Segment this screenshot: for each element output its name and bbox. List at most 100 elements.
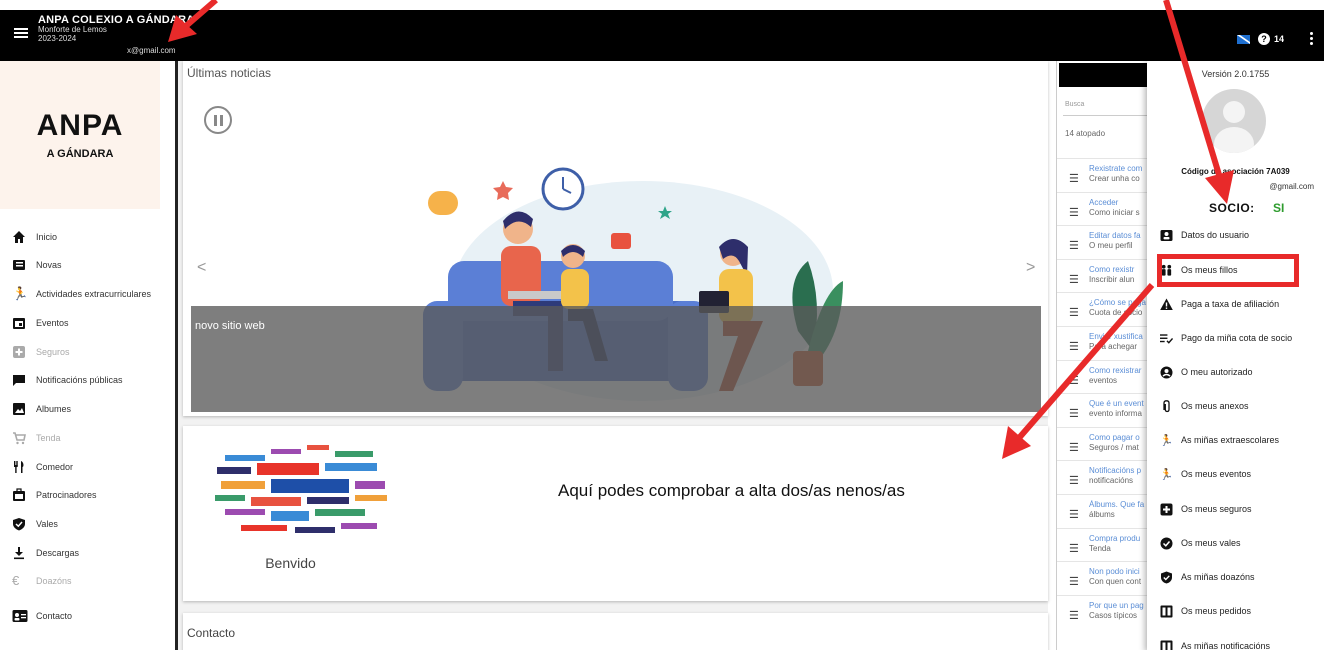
menu-item-label: Os meus pedidos xyxy=(1181,606,1252,616)
flag-icon[interactable] xyxy=(1237,35,1250,44)
list-icon: ☰ xyxy=(1069,374,1079,387)
sidebar-item-label: Novas xyxy=(36,260,62,270)
faq-search-input[interactable]: Busca xyxy=(1065,101,1084,108)
sidebar-item-descargas[interactable]: Descargas xyxy=(12,543,172,563)
menu-item-autorizado[interactable]: O meu autorizado xyxy=(1160,362,1320,382)
carousel-next-button[interactable]: > xyxy=(1026,259,1035,277)
sidebar-item-patrocinadores[interactable]: Patrocinadores xyxy=(12,485,172,505)
menu-item-label: Os meus vales xyxy=(1181,538,1241,548)
sidebar-item-label: Inicio xyxy=(36,232,58,242)
pause-icon[interactable] xyxy=(204,106,232,134)
sidebar-item-notificacions[interactable]: Notificacións públicas xyxy=(12,370,172,390)
faq-item-title: Como pagar o xyxy=(1089,432,1140,442)
paperclip-icon xyxy=(1160,399,1173,413)
faq-item[interactable]: ☰ Compra produ Tenda xyxy=(1057,527,1149,561)
euro-icon: € xyxy=(12,573,20,588)
faq-item-subtitle: Seguros / mat xyxy=(1089,442,1139,452)
logo: ANPA A GÁNDARA xyxy=(0,61,160,209)
menu-item-paga-taxa[interactable]: Paga a taxa de afiliación xyxy=(1160,294,1320,314)
socio-label: SOCIO: xyxy=(1209,201,1255,215)
sidebar-item-label: Contacto xyxy=(36,611,73,621)
menu-item-datos-usuario[interactable]: Datos do usuario xyxy=(1160,225,1320,245)
sidebar-item-label: Seguros xyxy=(36,347,70,357)
download-icon xyxy=(12,546,26,560)
sidebar-item-doazons[interactable]: € Doazóns xyxy=(12,571,172,591)
faq-item[interactable]: ☰ Como rexistr Inscribir alun xyxy=(1057,258,1149,292)
welcome-label: Benvido xyxy=(265,555,316,571)
sidebar-item-seguros[interactable]: Seguros xyxy=(12,342,172,362)
sidebar-item-eventos[interactable]: Eventos xyxy=(12,313,172,333)
menu-item-eventos[interactable]: 🏃 Os meus eventos xyxy=(1160,464,1320,484)
menu-item-label: As miñas notificacións xyxy=(1181,641,1271,650)
sidebar-item-vales[interactable]: Vales xyxy=(12,514,172,534)
welcome-card[interactable]: Benvido Aquí podes comprobar a alta dos/… xyxy=(183,426,1048,601)
menu-item-doazons[interactable]: As miñas doazóns xyxy=(1160,567,1320,587)
carousel-prev-button[interactable]: < xyxy=(197,259,206,277)
welcome-wordcloud-image xyxy=(215,445,387,533)
menu-item-seguros[interactable]: Os meus seguros xyxy=(1160,499,1320,519)
menu-item-label: As miñas extraescolares xyxy=(1181,435,1280,445)
book-icon xyxy=(1160,640,1173,650)
list-icon: ☰ xyxy=(1069,576,1079,589)
sidebar-item-albumes[interactable]: Albumes xyxy=(12,399,172,419)
faq-result-count: 14 atopado xyxy=(1065,129,1106,138)
more-vert-icon[interactable] xyxy=(1310,32,1313,46)
sidebar-item-label: Vales xyxy=(36,519,58,529)
contact-card[interactable]: Contacto xyxy=(183,613,1048,650)
app-location: Monforte de Lemos xyxy=(38,25,107,34)
list-icon: ☰ xyxy=(1069,542,1079,555)
faq-item-subtitle: Tenda xyxy=(1089,543,1111,553)
news-carousel-card: Últimas noticias < > novo sitio web xyxy=(183,61,1048,416)
home-icon xyxy=(12,230,26,244)
menu-item-label: Os meus eventos xyxy=(1181,469,1252,479)
faq-item-subtitle: eventos xyxy=(1089,375,1118,385)
list-icon: ☰ xyxy=(1069,509,1079,521)
faq-item[interactable]: ☰ ¿Cómo se paga Cuota de socio xyxy=(1057,292,1149,325)
faq-item[interactable]: ☰ Non podo inici Con quen cont xyxy=(1057,561,1149,594)
faq-item[interactable]: ☰ Álbums. Que fa álbums xyxy=(1057,494,1149,527)
list-icon: ☰ xyxy=(1069,609,1079,622)
faq-item-subtitle: evento informa xyxy=(1089,409,1142,419)
sidebar-item-novas[interactable]: Novas xyxy=(12,255,172,275)
faq-item[interactable]: ☰ Enviar xustifica Para achegar xyxy=(1057,326,1149,359)
id-card-icon xyxy=(1160,229,1173,242)
menu-item-pago-cota[interactable]: Pago da miña cota de socio xyxy=(1160,328,1320,348)
menu-item-label: Os meus seguros xyxy=(1181,504,1252,514)
running-person-icon: 🏃 xyxy=(1159,434,1174,447)
sidebar-item-label: Actividades extracurriculares xyxy=(36,289,152,299)
faq-item[interactable]: ☰ Como rexistrar eventos xyxy=(1057,359,1149,393)
menu-item-notificacions[interactable]: As miñas notificacións xyxy=(1160,636,1320,650)
highlight-box xyxy=(1157,254,1299,287)
help-icon[interactable]: ? xyxy=(1258,33,1270,45)
faq-item[interactable]: ☰ Editar datos fa O meu perfil xyxy=(1057,225,1149,258)
list-icon: ☰ xyxy=(1069,240,1079,253)
sidebar-item-actividades[interactable]: 🏃 Actividades extracurriculares xyxy=(12,284,172,304)
faq-item[interactable]: ☰ Como pagar o Seguros / mat xyxy=(1057,426,1149,460)
sidebar-item-inicio[interactable]: Inicio xyxy=(12,227,172,247)
faq-item-title: Que é un event xyxy=(1089,399,1144,409)
faq-item[interactable]: ☰ Que é un event evento informa xyxy=(1057,393,1149,426)
menu-item-anexos[interactable]: Os meus anexos xyxy=(1160,396,1320,416)
annotation-text: Aquí podes comprobar a alta dos/as nenos… xyxy=(558,481,905,500)
menu-item-label: Datos do usuario xyxy=(1181,230,1250,240)
sidebar-item-comedor[interactable]: Comedor xyxy=(12,457,172,477)
avatar xyxy=(1202,89,1266,153)
menu-item-label: Pago da miña cota de socio xyxy=(1181,333,1293,343)
faq-item[interactable]: ☰ Por que un pag Casos típicos xyxy=(1057,594,1149,628)
faq-item-subtitle: Cuota de socio xyxy=(1089,308,1143,318)
faq-item[interactable]: ☰ Acceder Como iniciar s xyxy=(1057,191,1149,225)
faq-item[interactable]: ☰ Notificacións p notificacións xyxy=(1057,460,1149,493)
sidebar-item-label: Comedor xyxy=(36,462,74,472)
hamburger-menu-icon[interactable] xyxy=(14,28,28,38)
menu-item-label: O meu autorizado xyxy=(1181,367,1253,377)
sidebar-item-contacto[interactable]: Contacto xyxy=(12,606,172,626)
sidebar-item-tenda[interactable]: Tenda xyxy=(12,428,172,448)
menu-item-vales[interactable]: Os meus vales xyxy=(1160,533,1320,553)
list-icon: ☰ xyxy=(1069,341,1079,353)
menu-item-extraescolares[interactable]: 🏃 As miñas extraescolares xyxy=(1160,430,1320,450)
list-icon: ☰ xyxy=(1069,441,1079,454)
menu-item-pedidos[interactable]: Os meus pedidos xyxy=(1160,601,1320,621)
list-check-icon xyxy=(1160,332,1173,345)
faq-item[interactable]: ☰ Rexistrate com Crear unha co xyxy=(1057,158,1149,191)
message-icon xyxy=(12,373,26,387)
